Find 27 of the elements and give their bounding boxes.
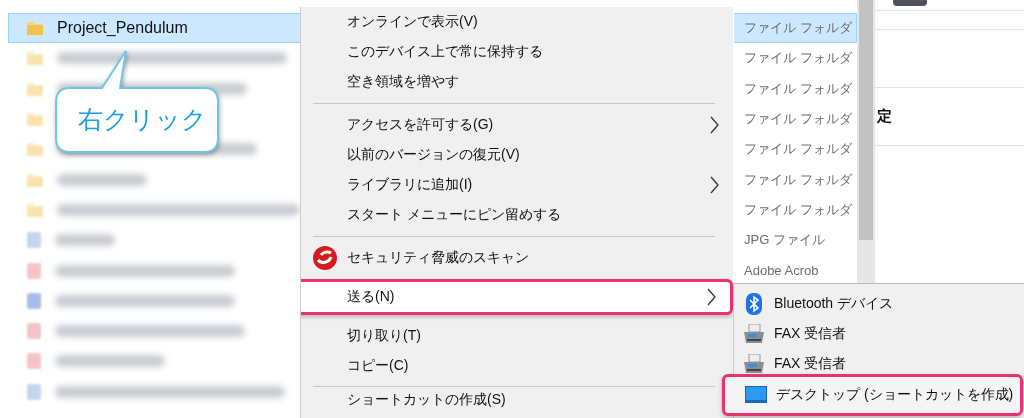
file-type-cell-text: ファイル フォルダ	[743, 79, 853, 98]
file-type-cell-text: ファイル フォルダ	[743, 49, 853, 68]
callout-text: 右クリック	[78, 104, 207, 135]
menu-item[interactable]: 空き領域を増やす	[301, 67, 733, 97]
menu-item[interactable]: 切り取り(T)	[301, 321, 733, 351]
menu-item[interactable]: オンラインで表示(V)	[301, 7, 733, 37]
menu-item[interactable]: スタート メニューにピン留めする	[301, 200, 733, 230]
file-type-cell-text: ファイル フォルダ	[743, 140, 853, 159]
file-type-cell-text: ファイル フォルダ	[743, 170, 853, 189]
menu-item[interactable]: 以前のバージョンの復元(V)	[301, 140, 733, 170]
menu-item[interactable]: ライブラリに追加(I)	[301, 170, 733, 200]
file-type-cell-text: ファイル フォルダ	[743, 110, 853, 129]
file-type-cell-text: Adobe Acrob	[743, 262, 820, 280]
file-type-cell: ファイル フォルダ	[734, 13, 857, 44]
menu-item[interactable]: セキュリティ脅威のスキャン	[301, 243, 733, 273]
file-row[interactable]: Project_Pendulum	[8, 13, 301, 44]
file-name: Project_Pendulum	[57, 19, 188, 38]
menu-item[interactable]: デスクトップ (ショートカットを作成)	[722, 374, 1023, 416]
menu-item[interactable]: Bluetooth デバイス	[734, 289, 1024, 319]
file-type-cell-text: ファイル フォルダ	[743, 200, 853, 219]
detail-text: 定	[876, 106, 892, 126]
menu-item[interactable]: 送る(N)	[301, 279, 733, 315]
menu-item[interactable]: アクセスを許可する(G)	[301, 110, 733, 140]
menu-item[interactable]: ショートカットの作成(S)	[301, 392, 720, 409]
menu-item[interactable]: FAX 受信者	[734, 319, 1024, 349]
file-type-cell-text: JPG ファイル	[743, 231, 826, 250]
menu-item[interactable]: このデバイス上で常に保持する	[301, 37, 733, 67]
